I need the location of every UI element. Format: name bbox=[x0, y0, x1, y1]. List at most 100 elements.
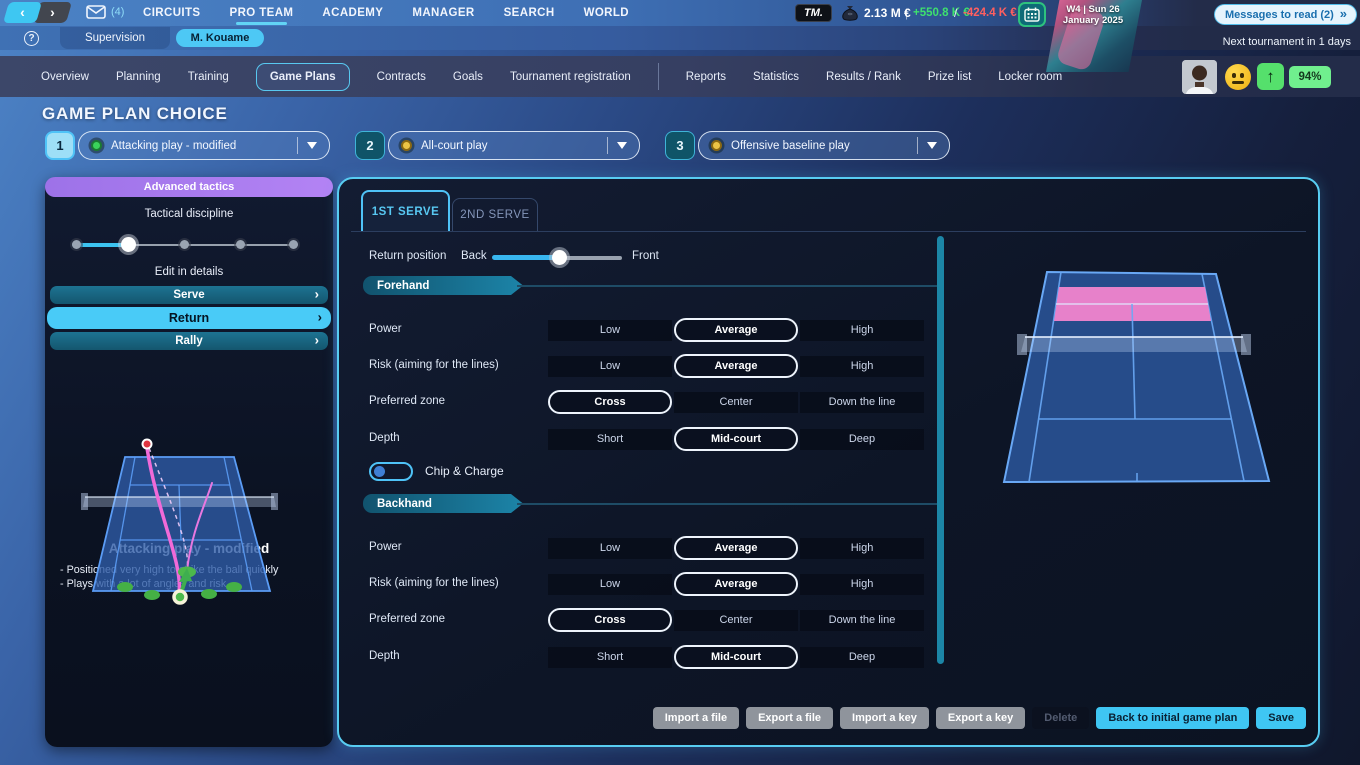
forehand-power-low[interactable]: Low bbox=[548, 320, 672, 341]
forehand-risk-average[interactable]: Average bbox=[674, 354, 798, 378]
slider-tick[interactable] bbox=[236, 240, 245, 249]
serve-section-button[interactable]: Serve › bbox=[50, 286, 328, 304]
tm-logo: TM. bbox=[795, 4, 832, 22]
plan-2-dropdown[interactable]: All-court play bbox=[388, 131, 640, 160]
tab-contracts[interactable]: Contracts bbox=[377, 71, 426, 83]
plan-1-label: Attacking play - modified bbox=[111, 140, 297, 152]
messages-button[interactable]: Messages to read (2) » bbox=[1214, 4, 1357, 25]
mail-button[interactable]: (4) bbox=[86, 5, 124, 19]
forehand-power-average[interactable]: Average bbox=[674, 318, 798, 342]
nav-circuits[interactable]: CIRCUITS bbox=[143, 7, 201, 19]
mood-icon[interactable] bbox=[1225, 64, 1251, 90]
plan-1-badge[interactable]: 1 bbox=[45, 131, 75, 160]
plan-1-dropdown[interactable]: Attacking play - modified bbox=[78, 131, 330, 160]
tab-prize-list[interactable]: Prize list bbox=[928, 71, 971, 83]
tab-planning[interactable]: Planning bbox=[116, 71, 161, 83]
slider-handle[interactable] bbox=[552, 250, 567, 265]
back-icon: ‹ bbox=[20, 4, 25, 20]
calendar-button[interactable] bbox=[1018, 2, 1046, 27]
backhand-power-high[interactable]: High bbox=[800, 538, 924, 559]
forehand-depth-mid-court[interactable]: Mid-court bbox=[674, 427, 798, 451]
forehand-depth-deep[interactable]: Deep bbox=[800, 429, 924, 450]
backhand-power-average[interactable]: Average bbox=[674, 536, 798, 560]
backhand-risk-high[interactable]: High bbox=[800, 574, 924, 595]
player-avatar[interactable] bbox=[1182, 60, 1217, 94]
slider-tick[interactable] bbox=[289, 240, 298, 249]
tab-locker-room[interactable]: Locker room bbox=[998, 71, 1062, 83]
import-key-button[interactable]: Import a key bbox=[840, 707, 929, 729]
return-section-button[interactable]: Return › bbox=[47, 307, 331, 329]
player-name-pill[interactable]: M. Kouame bbox=[176, 29, 264, 47]
tab-results-rank[interactable]: Results / Rank bbox=[826, 71, 901, 83]
tactical-discipline-slider[interactable] bbox=[72, 236, 298, 252]
forehand-power-high[interactable]: High bbox=[800, 320, 924, 341]
backhand-zone-down-the-line[interactable]: Down the line bbox=[800, 610, 924, 631]
vertical-scrollbar[interactable] bbox=[937, 236, 944, 664]
forehand-risk-high[interactable]: High bbox=[800, 356, 924, 377]
help-icon[interactable]: ? bbox=[24, 31, 39, 46]
forehand-depth-short[interactable]: Short bbox=[548, 429, 672, 450]
back-button[interactable]: ‹ bbox=[3, 2, 42, 23]
toggle-knob bbox=[374, 466, 385, 477]
export-file-button[interactable]: Export a file bbox=[746, 707, 833, 729]
backhand-depth-deep[interactable]: Deep bbox=[800, 647, 924, 668]
rally-section-button[interactable]: Rally › bbox=[50, 332, 328, 350]
slider-handle[interactable] bbox=[121, 237, 136, 252]
dropdown-separator bbox=[297, 137, 298, 154]
nav-manager[interactable]: MANAGER bbox=[412, 7, 474, 19]
backhand-risk-low[interactable]: Low bbox=[548, 574, 672, 595]
backhand-power-low[interactable]: Low bbox=[548, 538, 672, 559]
forehand-risk-row: Risk (aiming for the lines) Low Average … bbox=[339, 354, 959, 378]
tab-training[interactable]: Training bbox=[188, 71, 229, 83]
save-button[interactable]: Save bbox=[1256, 707, 1306, 729]
tab-1st-serve[interactable]: 1ST SERVE bbox=[361, 190, 450, 231]
delete-button[interactable]: Delete bbox=[1032, 707, 1089, 729]
slider-tick[interactable] bbox=[180, 240, 189, 249]
forehand-risk-low[interactable]: Low bbox=[548, 356, 672, 377]
forehand-zone-cross[interactable]: Cross bbox=[548, 390, 672, 414]
backhand-section-banner: Backhand bbox=[363, 494, 523, 513]
advanced-tactics-header: Advanced tactics bbox=[45, 177, 333, 197]
tab-goals[interactable]: Goals bbox=[453, 71, 483, 83]
tab-overview[interactable]: Overview bbox=[41, 71, 89, 83]
chip-and-charge-toggle[interactable] bbox=[369, 462, 413, 481]
return-back-label: Back bbox=[461, 250, 487, 262]
backhand-zone-cross[interactable]: Cross bbox=[548, 608, 672, 632]
tab-2nd-serve[interactable]: 2ND SERVE bbox=[452, 198, 538, 231]
form-up-arrow-icon[interactable]: ↑ bbox=[1257, 63, 1284, 90]
backhand-zone-center[interactable]: Center bbox=[674, 610, 798, 631]
plan-3-dropdown[interactable]: Offensive baseline play bbox=[698, 131, 950, 160]
nav-world[interactable]: WORLD bbox=[584, 7, 629, 19]
nav-academy[interactable]: ACADEMY bbox=[322, 7, 383, 19]
forehand-title: Forehand bbox=[377, 280, 429, 292]
tab-reports[interactable]: Reports bbox=[686, 71, 726, 83]
backhand-zone-row: Preferred zone Cross Center Down the lin… bbox=[339, 608, 959, 632]
backhand-depth-short[interactable]: Short bbox=[548, 647, 672, 668]
back-to-initial-game-plan-button[interactable]: Back to initial game plan bbox=[1096, 707, 1249, 729]
date-month: January 2025 bbox=[1048, 15, 1138, 26]
import-file-button[interactable]: Import a file bbox=[653, 707, 739, 729]
return-position-slider[interactable] bbox=[492, 249, 622, 265]
forehand-zone-down-the-line[interactable]: Down the line bbox=[800, 392, 924, 413]
forehand-zone-center[interactable]: Center bbox=[674, 392, 798, 413]
backhand-depth-mid-court[interactable]: Mid-court bbox=[674, 645, 798, 669]
tab-statistics[interactable]: Statistics bbox=[753, 71, 799, 83]
return-front-label: Front bbox=[632, 250, 659, 262]
nav-search[interactable]: SEARCH bbox=[504, 7, 555, 19]
tab-game-plans[interactable]: Game Plans bbox=[256, 63, 350, 91]
backhand-risk-average[interactable]: Average bbox=[674, 572, 798, 596]
plan-2-status-icon bbox=[401, 140, 412, 151]
slider-tick[interactable] bbox=[72, 240, 81, 249]
plan-3-label: Offensive baseline play bbox=[731, 140, 917, 152]
target-zone-court-diagram bbox=[991, 261, 1321, 506]
edit-in-details-label: Edit in details bbox=[45, 266, 333, 278]
tab-tournament-registration[interactable]: Tournament registration bbox=[510, 71, 631, 83]
weekly-loss: -424.4 K € bbox=[963, 7, 1017, 19]
plan-3-badge[interactable]: 3 bbox=[665, 131, 695, 160]
supervision-tab[interactable]: Supervision bbox=[60, 27, 170, 49]
export-key-button[interactable]: Export a key bbox=[936, 707, 1025, 729]
balance-amount: 2.13 M € bbox=[864, 6, 911, 20]
nav-pro-team[interactable]: PRO TEAM bbox=[230, 7, 294, 19]
help-glyph: ? bbox=[28, 33, 34, 44]
plan-2-badge[interactable]: 2 bbox=[355, 131, 385, 160]
